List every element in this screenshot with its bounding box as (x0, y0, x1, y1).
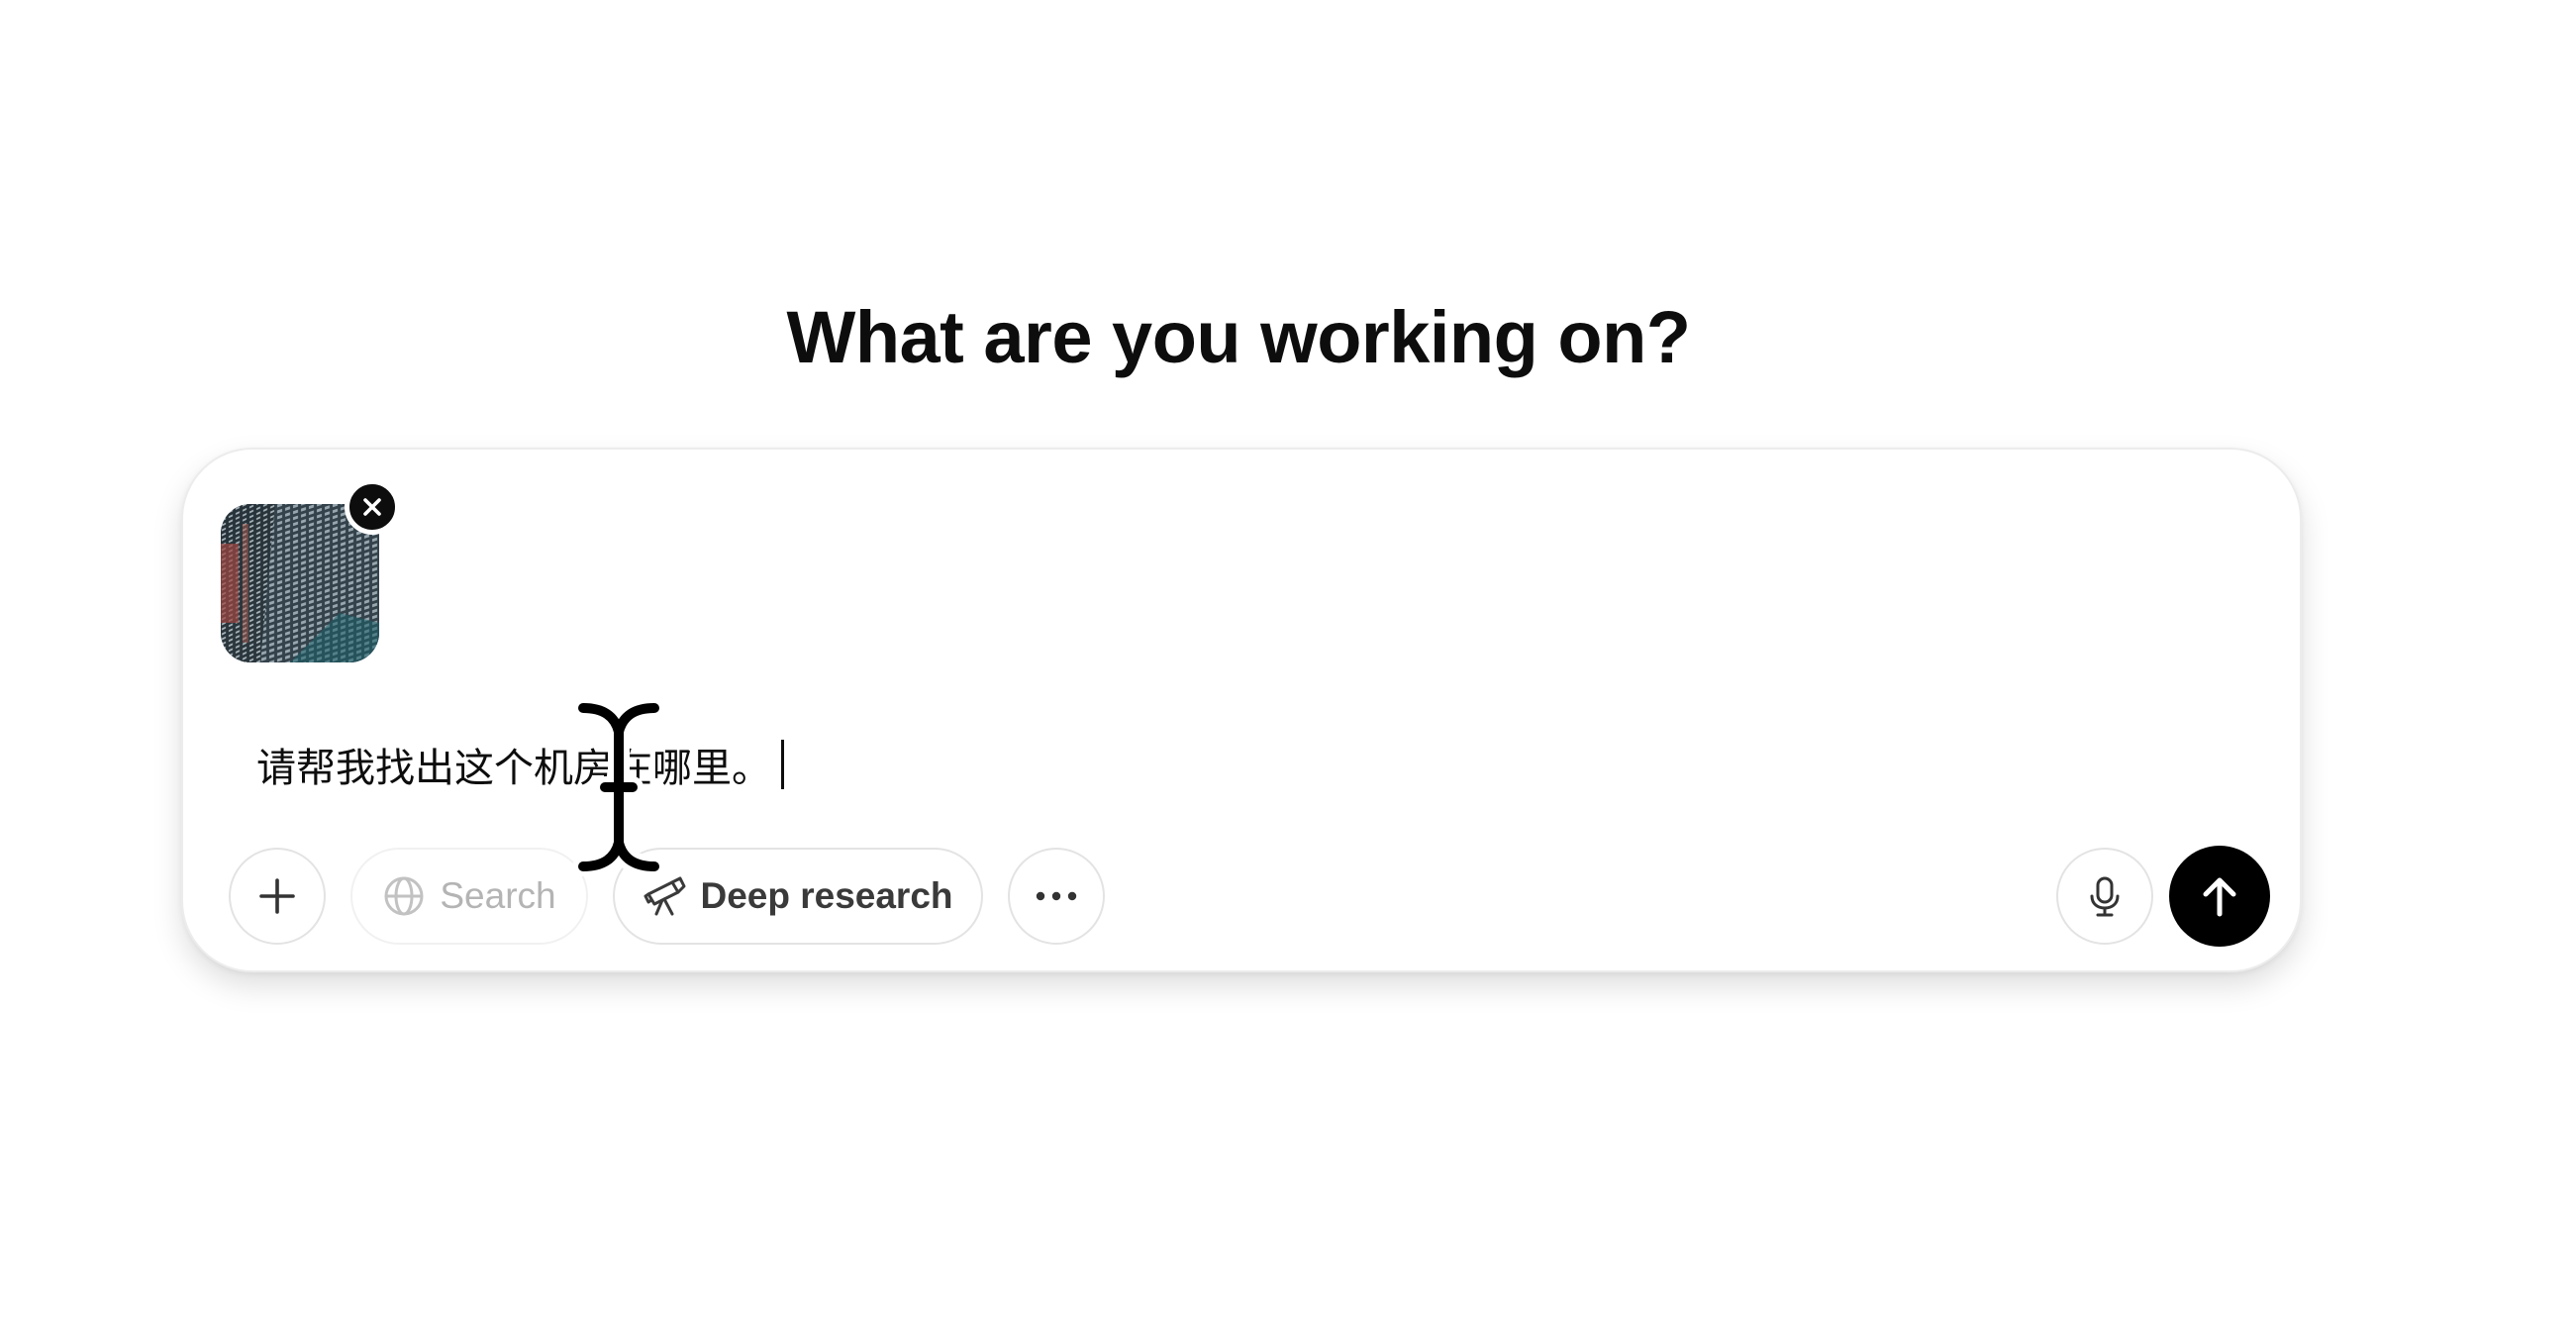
ellipsis-icon (1036, 891, 1077, 901)
chat-composer: 请帮我找出这个机房在哪里。 Search Deep research (181, 448, 2302, 972)
search-toggle-button[interactable]: Search (350, 848, 588, 945)
remove-attachment-button[interactable] (345, 479, 400, 535)
globe-icon (384, 876, 424, 916)
deep-research-label: Deep research (700, 875, 953, 916)
more-tools-button[interactable] (1008, 848, 1105, 945)
deep-research-button[interactable]: Deep research (613, 848, 983, 945)
plus-icon (259, 878, 295, 914)
microphone-icon (2090, 876, 2120, 917)
prompt-input-value: 请帮我找出这个机房在哪里。 (256, 746, 771, 791)
arrow-up-icon (2203, 877, 2236, 917)
text-caret (781, 740, 784, 789)
telescope-icon (644, 876, 686, 916)
search-button-label: Search (440, 875, 556, 916)
page-title: What are you working on? (786, 296, 1691, 378)
send-button[interactable] (2169, 846, 2270, 947)
prompt-input[interactable]: 请帮我找出这个机房在哪里。 (256, 735, 784, 794)
close-icon (363, 498, 381, 516)
composer-toolbar: Search Deep research (229, 846, 2270, 947)
page: What are you working on? 请帮我找出这个机房在哪里。 S… (0, 0, 2576, 1317)
add-attachment-button[interactable] (229, 848, 326, 945)
dictate-button[interactable] (2056, 848, 2153, 945)
